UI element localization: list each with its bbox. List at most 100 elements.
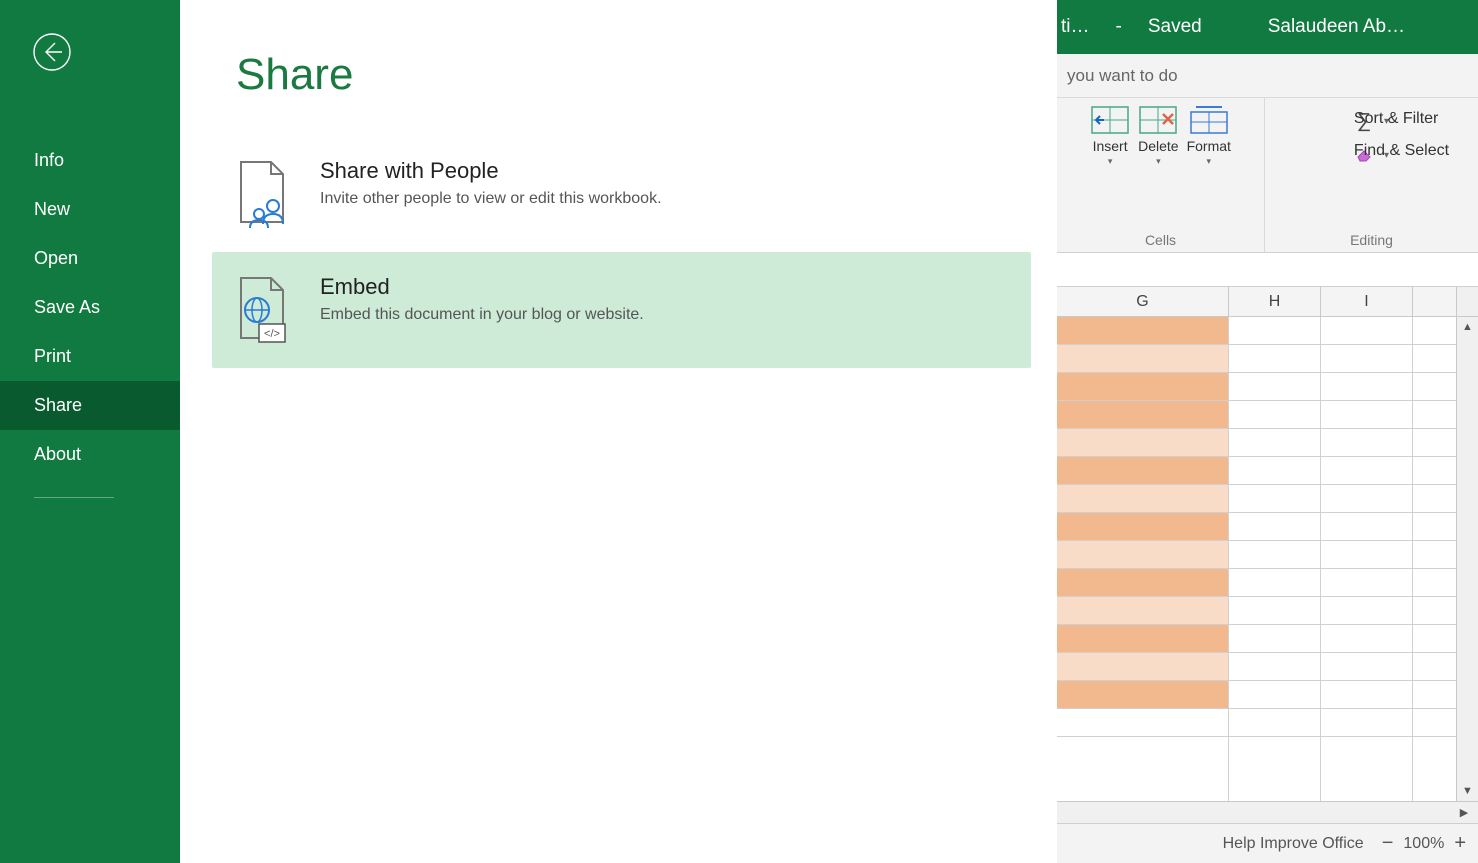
cell[interactable] (1229, 457, 1320, 485)
cell[interactable] (1413, 373, 1456, 401)
find-select-button[interactable]: Find & Select (1354, 142, 1449, 160)
cell[interactable] (1321, 429, 1412, 457)
sidebar-item-open[interactable]: Open (0, 234, 180, 283)
sort-filter-label: Sort & Filter (1354, 110, 1438, 128)
column-header-blank (1413, 287, 1456, 316)
sidebar-item-share[interactable]: Share (0, 381, 180, 430)
cell[interactable] (1057, 345, 1228, 373)
cell[interactable] (1057, 597, 1228, 625)
cell[interactable] (1057, 681, 1228, 709)
cell[interactable] (1321, 709, 1412, 737)
zoom-out-button[interactable]: − (1382, 832, 1394, 855)
cell[interactable] (1057, 485, 1228, 513)
cell[interactable] (1229, 401, 1320, 429)
cell[interactable] (1413, 401, 1456, 429)
cell[interactable] (1229, 569, 1320, 597)
cell[interactable] (1057, 709, 1228, 737)
cell[interactable] (1229, 485, 1320, 513)
cell[interactable] (1057, 373, 1228, 401)
zoom-level[interactable]: 100% (1403, 835, 1444, 853)
cell[interactable] (1413, 429, 1456, 457)
cell[interactable] (1229, 709, 1320, 737)
cell[interactable] (1057, 625, 1228, 653)
cell[interactable] (1321, 345, 1412, 373)
delete-button[interactable]: Delete ▾ (1138, 104, 1178, 167)
cell[interactable] (1413, 457, 1456, 485)
cell[interactable] (1321, 317, 1412, 345)
vertical-scrollbar[interactable]: ▲ ▼ (1456, 317, 1478, 801)
cell[interactable] (1413, 625, 1456, 653)
cell[interactable] (1321, 653, 1412, 681)
zoom-in-button[interactable]: + (1454, 832, 1466, 855)
cell[interactable] (1321, 485, 1412, 513)
cell[interactable] (1229, 653, 1320, 681)
cell[interactable] (1413, 485, 1456, 513)
cell[interactable] (1321, 401, 1412, 429)
cell[interactable] (1413, 541, 1456, 569)
cell[interactable] (1229, 513, 1320, 541)
signed-in-user[interactable]: Salaudeen Ab… (1268, 16, 1405, 38)
sidebar-item-print[interactable]: Print (0, 332, 180, 381)
cell[interactable] (1413, 653, 1456, 681)
scroll-down-icon[interactable]: ▼ (1457, 781, 1478, 801)
column-i (1321, 317, 1413, 801)
spreadsheet-grid[interactable]: ▲ ▼ (1057, 317, 1478, 801)
cell[interactable] (1321, 681, 1412, 709)
sidebar-item-new[interactable]: New (0, 185, 180, 234)
cell[interactable] (1321, 513, 1412, 541)
cell[interactable] (1413, 709, 1456, 737)
cell[interactable] (1413, 569, 1456, 597)
cell[interactable] (1413, 597, 1456, 625)
cell[interactable] (1229, 597, 1320, 625)
cell[interactable] (1057, 513, 1228, 541)
cell[interactable] (1321, 373, 1412, 401)
cell[interactable] (1057, 569, 1228, 597)
cell[interactable] (1321, 569, 1412, 597)
scroll-up-icon[interactable]: ▲ (1457, 317, 1478, 337)
cell[interactable] (1057, 429, 1228, 457)
cell[interactable] (1057, 653, 1228, 681)
sidebar-divider (34, 497, 114, 498)
tell-me-search[interactable]: you want to do (1057, 54, 1478, 98)
insert-button[interactable]: Insert ▾ (1090, 104, 1130, 167)
cell[interactable] (1413, 681, 1456, 709)
cell[interactable] (1057, 541, 1228, 569)
sidebar-item-info[interactable]: Info (0, 136, 180, 185)
insert-label: Insert (1093, 138, 1128, 154)
cell[interactable] (1229, 345, 1320, 373)
share-with-people-option[interactable]: Share with People Invite other people to… (212, 136, 1031, 252)
cell[interactable] (1229, 373, 1320, 401)
formula-bar-area[interactable] (1057, 253, 1478, 287)
cell[interactable] (1229, 317, 1320, 345)
help-improve-office-link[interactable]: Help Improve Office (1223, 835, 1364, 853)
cell[interactable] (1229, 541, 1320, 569)
format-button[interactable]: Format ▾ (1187, 104, 1231, 167)
file-backstage-panel: Info New Open Save As Print Share About … (0, 0, 1057, 863)
sidebar-item-save-as[interactable]: Save As (0, 283, 180, 332)
find-select-label: Find & Select (1354, 142, 1449, 160)
column-header-g[interactable]: G (1057, 287, 1229, 316)
cell[interactable] (1229, 681, 1320, 709)
cell[interactable] (1321, 541, 1412, 569)
sidebar-item-about[interactable]: About (0, 430, 180, 479)
cell[interactable] (1321, 597, 1412, 625)
cell[interactable] (1229, 429, 1320, 457)
cell[interactable] (1321, 625, 1412, 653)
column-header-h[interactable]: H (1229, 287, 1321, 316)
cell[interactable] (1057, 317, 1228, 345)
sidebar-item-label: Save As (34, 297, 100, 317)
sort-filter-button[interactable]: Sort & Filter (1354, 110, 1449, 128)
cell[interactable] (1057, 401, 1228, 429)
cell[interactable] (1413, 345, 1456, 373)
horizontal-scrollbar[interactable]: ▶ (1057, 801, 1478, 823)
embed-option[interactable]: </> Embed Embed this document in your bl… (212, 252, 1031, 368)
cell[interactable] (1229, 625, 1320, 653)
cell[interactable] (1321, 457, 1412, 485)
cell[interactable] (1413, 317, 1456, 345)
scroll-corner (1456, 287, 1478, 316)
cell[interactable] (1057, 457, 1228, 485)
cell[interactable] (1413, 513, 1456, 541)
back-button[interactable] (28, 28, 76, 76)
column-header-i[interactable]: I (1321, 287, 1413, 316)
scroll-right-icon[interactable]: ▶ (1454, 806, 1474, 819)
